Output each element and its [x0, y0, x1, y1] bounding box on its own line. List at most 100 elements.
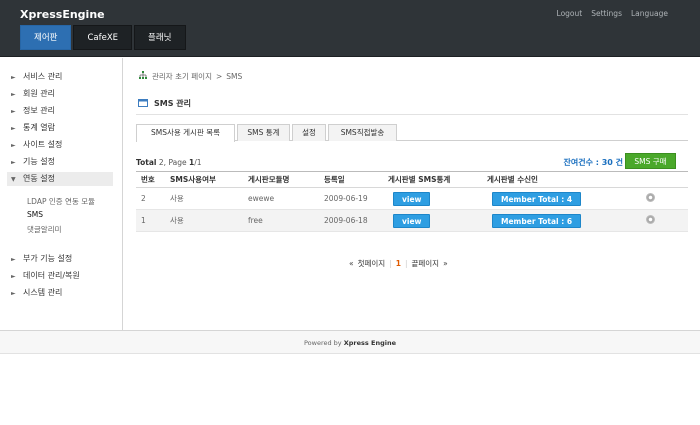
cell-stats: view [388, 187, 487, 210]
sidebar-item-label: 사이트 설정 [23, 140, 63, 149]
col-date: 등록일 [324, 171, 388, 188]
sms-buy-button[interactable]: SMS 구매 [625, 153, 676, 169]
col-sms-use: SMS사용여부 [170, 171, 248, 188]
sidebar-item-label: 기능 설정 [23, 157, 55, 166]
arrow-right-icon: ► [11, 256, 16, 263]
breadcrumb: 관리자 초기 페이지 > SMS [138, 71, 242, 82]
cell-sms-use: 사용 [170, 209, 248, 232]
sidebar-item-label: 부가 기능 설정 [23, 254, 73, 263]
first-page-link[interactable]: 첫페이지 [358, 258, 386, 269]
table-row: 1 사용 free 2009-06-18 view Member Total :… [136, 209, 688, 232]
col-sms-stats: 게시판별 SMS통계 [388, 171, 487, 188]
tab-control-panel[interactable]: 제어판 [20, 25, 72, 50]
cell-number: 1 [136, 209, 170, 232]
sidebar-item-label: 시스템 관리 [23, 288, 63, 297]
cell-receivers: Member Total : 6 [487, 209, 627, 232]
sidebar-item-system[interactable]: ► 시스템 관리 [11, 286, 117, 300]
pager-separator: | [404, 259, 408, 268]
arrow-right-icon: ► [11, 91, 16, 98]
view-stats-button[interactable]: view [393, 213, 431, 228]
cell-stats: view [388, 209, 487, 232]
tab-sms-stats[interactable]: SMS 통계 [237, 124, 290, 141]
language-link[interactable]: Language [631, 9, 668, 18]
sidebar-item-stats[interactable]: ► 통계 열람 [11, 121, 117, 135]
remaining-value: 30 [601, 158, 613, 167]
sidebar-item-addon[interactable]: ► 부가 기능 설정 [11, 252, 117, 266]
cell-module-name: free [248, 209, 324, 232]
cell-actions [627, 209, 688, 232]
sidebar-item-label: 서비스 관리 [23, 72, 63, 81]
top-header: XpressEngine Logout Settings Language 제어… [0, 0, 700, 57]
sidebar-subitem-sms[interactable]: SMS [27, 210, 43, 219]
logout-link[interactable]: Logout [557, 9, 583, 18]
footer: Powered by Xpress Engine [0, 330, 700, 354]
sidebar-item-label: 회원 관리 [23, 89, 55, 98]
arrow-right-icon: ► [11, 108, 16, 115]
member-total-button[interactable]: Member Total : 6 [492, 213, 582, 228]
content-tabs: SMS사용 게시판 목록 SMS 통계 설정 SMS직접발송 [136, 124, 688, 142]
arrow-right-icon: ► [11, 159, 16, 166]
cell-sms-use: 사용 [170, 187, 248, 210]
list-summary: Total 2, Page 1/1 [136, 158, 202, 167]
gear-icon[interactable] [646, 193, 655, 202]
page-title-text: SMS 관리 [154, 99, 191, 108]
pagination: « 첫페이지 | 1 | 끝페이지 » [349, 258, 448, 269]
breadcrumb-home[interactable]: 관리자 초기 페이지 [152, 71, 212, 82]
sidebar-item-info[interactable]: ► 정보 관리 [11, 104, 117, 118]
tab-cafexe[interactable]: CafeXE [73, 25, 133, 50]
last-arrow-icon: » [443, 259, 448, 268]
cell-actions [627, 187, 688, 210]
sidebar-item-function[interactable]: ► 기능 설정 [11, 155, 117, 169]
page-label: , Page [163, 158, 187, 167]
remaining-count: 잔여건수 : 30 건 [563, 157, 623, 168]
sidebar-item-data[interactable]: ► 데이터 관리/복원 [11, 269, 117, 283]
sidebar-item-site[interactable]: ► 사이트 설정 [11, 138, 117, 152]
footer-brand[interactable]: Xpress Engine [344, 339, 396, 347]
current-page: 1 [395, 259, 401, 268]
table-row: 2 사용 ewewe 2009-06-19 view Member Total … [136, 187, 688, 210]
col-number: 번호 [136, 171, 170, 188]
last-page-link[interactable]: 끝페이지 [411, 258, 439, 269]
sidebar-item-member[interactable]: ► 회원 관리 [11, 87, 117, 101]
board-table: 번호 SMS사용여부 게시판모듈명 등록일 게시판별 SMS통계 게시판별 수신… [136, 171, 688, 232]
col-receivers: 게시판별 수신인 [487, 171, 627, 188]
cell-number: 2 [136, 187, 170, 210]
view-stats-button[interactable]: view [393, 191, 431, 206]
sidebar-item-integration[interactable]: ▼ 연동 설정 [7, 172, 113, 186]
brand-logo[interactable]: XpressEngine [20, 8, 105, 21]
col-actions [627, 171, 688, 188]
arrow-right-icon: ► [11, 125, 16, 132]
tab-board-list[interactable]: SMS사용 게시판 목록 [136, 124, 235, 142]
sitemap-icon [138, 71, 148, 82]
arrow-down-icon: ▼ [11, 176, 16, 183]
sidebar-subitem-comment-notify[interactable]: 댓글알리미 [27, 224, 62, 235]
top-links: Logout Settings Language [557, 9, 668, 18]
sidebar-item-service[interactable]: ► 서비스 관리 [11, 70, 117, 84]
arrow-right-icon: ► [11, 273, 16, 280]
tab-direct-send[interactable]: SMS직접발송 [328, 124, 397, 141]
settings-link[interactable]: Settings [591, 9, 622, 18]
arrow-right-icon: ► [11, 290, 16, 297]
member-total-button[interactable]: Member Total : 4 [492, 191, 582, 206]
page-title: SMS 관리 [138, 98, 191, 109]
sidebar-item-label: 연동 설정 [23, 174, 55, 183]
cell-date: 2009-06-18 [324, 209, 388, 232]
arrow-right-icon: ► [11, 74, 16, 81]
tab-planet[interactable]: 플래닛 [134, 25, 186, 50]
sidebar-subitem-ldap[interactable]: LDAP 인증 연동 모듈 [27, 196, 95, 207]
divider [136, 114, 688, 115]
cell-receivers: Member Total : 4 [487, 187, 627, 210]
cell-date: 2009-06-19 [324, 187, 388, 210]
sidebar-item-label: 통계 열람 [23, 123, 55, 132]
sidebar-item-label: 데이터 관리/복원 [23, 271, 80, 280]
breadcrumb-current: SMS [226, 72, 243, 81]
total-label: Total [136, 158, 157, 167]
remaining-unit: 건 [612, 158, 623, 167]
tab-settings[interactable]: 설정 [292, 124, 326, 141]
pager-separator: | [389, 259, 392, 268]
page-of: /1 [194, 158, 202, 167]
gear-icon[interactable] [646, 215, 655, 224]
arrow-right-icon: ► [11, 142, 16, 149]
global-nav: 제어판 CafeXE 플래닛 [20, 25, 186, 50]
first-arrow-icon: « [349, 259, 354, 268]
